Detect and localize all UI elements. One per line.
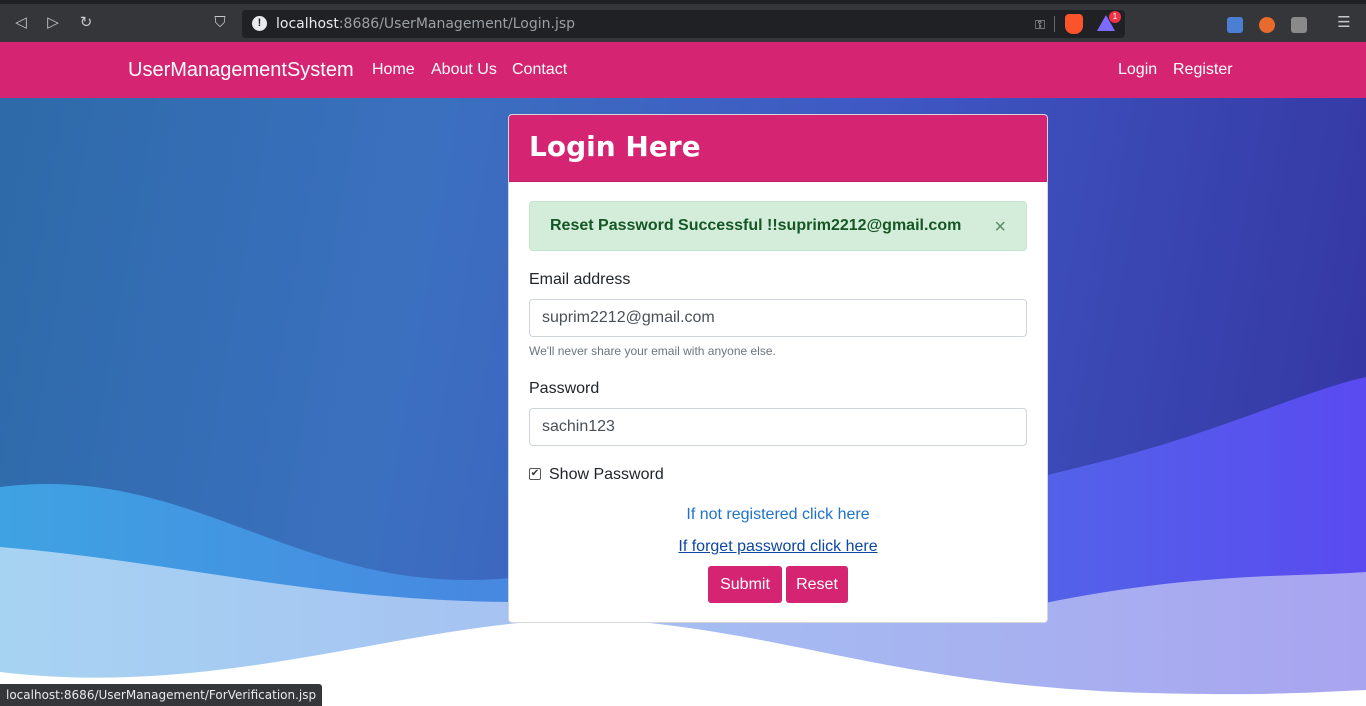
menu-icon[interactable]: ☰ <box>1335 14 1353 32</box>
status-bar-url: localhost:8686/UserManagement/ForVerific… <box>0 684 323 706</box>
browser-toolbar: ◁ ▷ ↻ ⛉ ! localhost:8686/UserManagement/… <box>0 0 1366 42</box>
nav-login[interactable]: Login <box>1118 61 1157 79</box>
password-label: Password <box>529 380 600 397</box>
card-title: Login Here <box>529 130 701 163</box>
address-bar[interactable]: ! localhost:8686/UserManagement/Login.js… <box>242 10 1125 38</box>
bookmark-icon[interactable]: ⛉ <box>211 14 229 32</box>
page-body: UserManagementSystem Home About Us Conta… <box>0 42 1366 706</box>
top-navbar: UserManagementSystem Home About Us Conta… <box>0 42 1366 98</box>
alert-message: Reset Password Successful !!suprim2212@g… <box>550 217 962 234</box>
nav-home[interactable]: Home <box>372 61 415 79</box>
email-label: Email address <box>529 271 631 288</box>
nav-register[interactable]: Register <box>1173 61 1233 79</box>
extension-icon[interactable] <box>1291 17 1307 33</box>
back-icon[interactable]: ◁ <box>12 14 30 32</box>
show-password-label[interactable]: Show Password <box>549 466 664 484</box>
brand-link[interactable]: UserManagementSystem <box>128 59 354 82</box>
reset-button[interactable]: Reset <box>786 566 848 603</box>
nav-contact[interactable]: Contact <box>512 61 567 79</box>
site-info-icon[interactable]: ! <box>252 16 267 31</box>
card-header: Login Here <box>509 115 1047 182</box>
duckduckgo-icon[interactable] <box>1259 17 1275 33</box>
password-field[interactable]: sachin123 <box>529 408 1027 446</box>
reload-icon[interactable]: ↻ <box>77 14 95 32</box>
email-field[interactable]: suprim2212@gmail.com <box>529 299 1027 337</box>
separator <box>1054 16 1055 32</box>
rewards-badge: 1 <box>1109 11 1121 23</box>
brave-shield-icon[interactable] <box>1065 14 1083 34</box>
show-password-checkbox[interactable]: ✔ <box>529 468 541 480</box>
forward-icon[interactable]: ▷ <box>44 14 62 32</box>
key-icon[interactable]: ⚿ <box>1035 17 1045 33</box>
email-help-text: We'll never share your email with anyone… <box>529 344 776 358</box>
login-card: Login Here Reset Password Successful !!s… <box>508 114 1048 623</box>
submit-button[interactable]: Submit <box>708 566 782 603</box>
url-host: localhost <box>276 16 339 32</box>
register-link[interactable]: If not registered click here <box>509 506 1047 524</box>
url-path: :8686/UserManagement/Login.jsp <box>338 16 576 32</box>
nav-about-us[interactable]: About Us <box>431 61 497 79</box>
forgot-password-link[interactable]: If forget password click here <box>509 538 1047 556</box>
success-alert: Reset Password Successful !!suprim2212@g… <box>529 201 1027 251</box>
close-icon[interactable]: × <box>994 216 1006 239</box>
translate-icon[interactable] <box>1227 17 1243 33</box>
url-text[interactable]: localhost:8686/UserManagement/Login.jsp <box>276 16 575 32</box>
